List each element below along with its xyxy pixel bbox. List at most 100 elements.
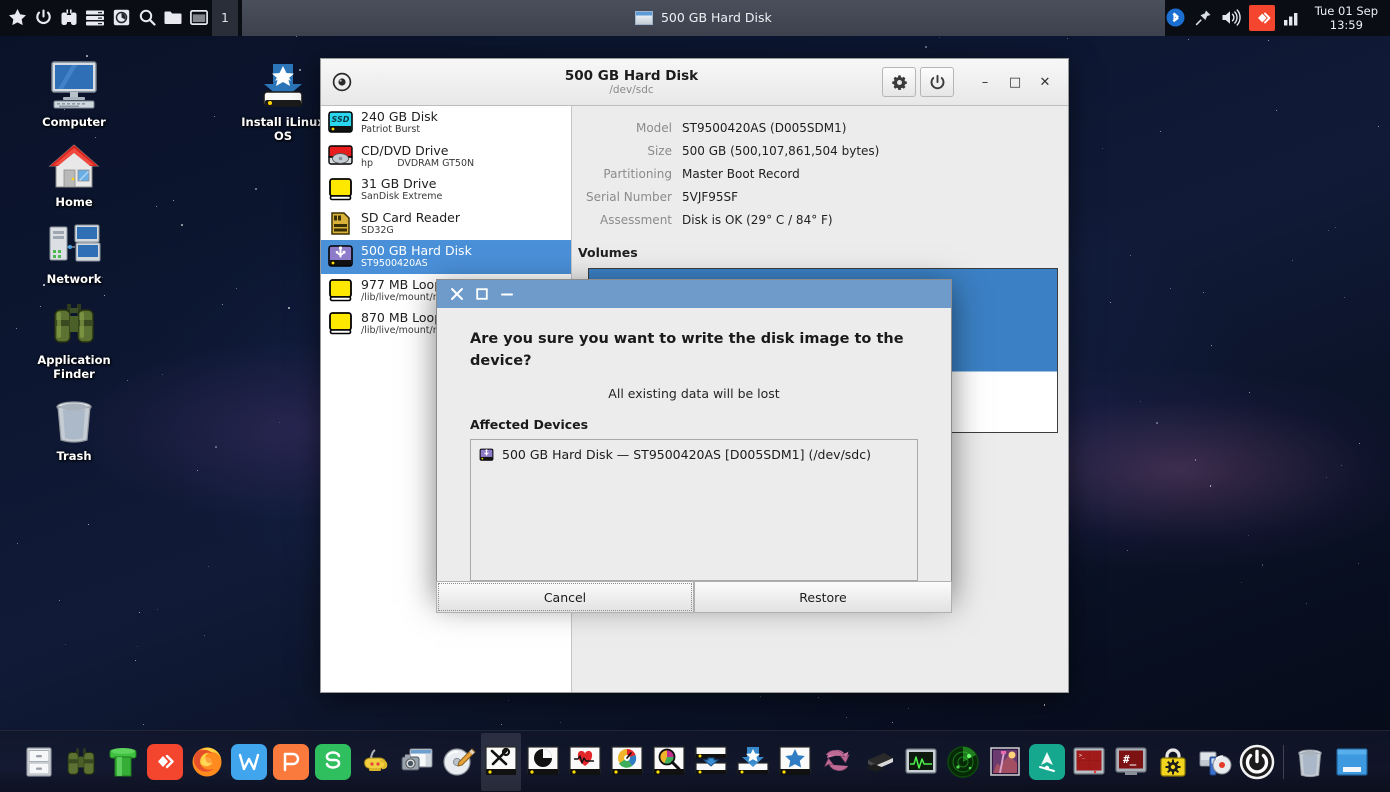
cancel-button[interactable]: Cancel [436, 581, 694, 613]
dock-item-terminal-root[interactable]: #_ [1111, 742, 1151, 782]
dock-item-gimp[interactable] [985, 742, 1025, 782]
device-subtitle: hp DVDRAM GT50N [361, 157, 475, 169]
titlebar-buttons: – □ ✕ [882, 67, 1058, 97]
device-list-item-31gb[interactable]: 31 GB Drive SanDisk Extreme [321, 173, 571, 207]
star-speck [236, 288, 238, 290]
dock-item-media-devices[interactable] [1195, 742, 1235, 782]
dock-item-system-monitor[interactable] [901, 742, 941, 782]
device-name: SD Card Reader [361, 209, 460, 225]
minimize-button[interactable]: – [972, 67, 998, 97]
dock-item-wps-spreadsheet[interactable] [313, 742, 353, 782]
disk-health-icon [568, 745, 601, 775]
dock-item-password-lock[interactable] [1153, 742, 1193, 782]
desktop-icon-computer[interactable]: Computer [24, 58, 124, 129]
binoculars-icon[interactable] [56, 3, 82, 33]
device-list-item-cddvd[interactable]: CD/DVD Drive hp DVDRAM GT50N [321, 140, 571, 174]
wps-writer-icon [230, 743, 267, 780]
dock-item-trash[interactable] [1290, 742, 1330, 782]
dock-item-terminal-red[interactable]: >_ [1069, 742, 1109, 782]
dock-item-file-manager[interactable] [19, 742, 59, 782]
device-list-item-sdcard[interactable]: SD Card Reader SD32G [321, 207, 571, 241]
dock-item-screenshot[interactable] [397, 742, 437, 782]
dock-item-genie-lamp[interactable] [355, 742, 395, 782]
dock-item-disk-clone[interactable] [733, 742, 773, 782]
dock-item-archive[interactable] [859, 742, 899, 782]
close-button[interactable] [449, 286, 465, 302]
settings-button[interactable] [882, 67, 916, 97]
device-list-item-240gb[interactable]: SSD 240 GB Disk Patriot Burst [321, 106, 571, 140]
star-speck [938, 36, 940, 38]
dock-item-disk-health[interactable] [565, 742, 605, 782]
dock-item-radar[interactable] [943, 742, 983, 782]
star-speck [1249, 391, 1251, 393]
restore-button[interactable]: Restore [694, 581, 952, 613]
bluetooth-icon[interactable] [1165, 7, 1187, 29]
maximize-button[interactable]: □ [1002, 67, 1028, 97]
desktop-icon-network[interactable]: Network [24, 215, 124, 286]
dock-item-disk-star[interactable] [775, 742, 815, 782]
desktop-icon-label-line2: Finder [53, 367, 95, 381]
star-speck [1261, 564, 1264, 566]
top-panel: 1 500 GB Hard Disk Tue 01 Sep 13:59 [0, 0, 1390, 36]
star-speck [818, 696, 820, 698]
anydesk-icon[interactable] [1248, 4, 1275, 31]
power-button[interactable] [920, 67, 954, 97]
dock-item-shutdown[interactable] [1237, 742, 1277, 782]
loop-icon [327, 278, 354, 303]
dock-item-disk-gauge[interactable] [607, 742, 647, 782]
dock-item-anydesk[interactable] [145, 742, 185, 782]
star-speck [1188, 38, 1189, 40]
dock-item-partition-chart[interactable] [523, 742, 563, 782]
dock-item-pipe[interactable] [103, 742, 143, 782]
workspace-indicator[interactable]: 1 [212, 0, 238, 36]
terminal-root-icon: #_ [1114, 746, 1147, 775]
device-list-item-500gb-hard-disk[interactable]: 500 GB Hard Disk ST9500420AS [321, 240, 571, 274]
info-label-size: Size [647, 144, 672, 158]
disc-burner-icon [442, 747, 476, 776]
desktop-icon-trash[interactable]: Trash [24, 392, 124, 463]
star-speck [156, 205, 158, 207]
search-icon[interactable] [134, 3, 160, 33]
maximize-button[interactable] [475, 287, 489, 301]
window-icon[interactable] [186, 3, 212, 33]
device-info-grid: Model ST9500420AS (D005SDM1) Size 500 GB… [572, 116, 1054, 230]
pin-icon[interactable] [1193, 7, 1215, 29]
taskbar-item-500gb-hard-disk[interactable]: 500 GB Hard Disk [623, 5, 784, 31]
dock-item-wps-presentation[interactable] [271, 742, 311, 782]
dock-item-tools[interactable] [480, 732, 521, 791]
dialog-subtext: All existing data will be lost [608, 386, 780, 401]
device-subtitle: ST9500420AS [361, 258, 428, 270]
dock-item-disk-analyzer[interactable] [649, 742, 689, 782]
dock-item-sync[interactable] [817, 742, 857, 782]
server-list-icon[interactable] [82, 3, 108, 33]
dock-item-app-finder[interactable] [61, 742, 101, 782]
star-speck [1129, 255, 1131, 257]
disk-usage-icon[interactable] [108, 3, 134, 33]
volume-icon[interactable] [1221, 7, 1243, 29]
genie-lamp-icon [363, 748, 387, 771]
network-icon [24, 215, 124, 267]
star-speck [1043, 704, 1046, 706]
dock-item-firefox[interactable] [187, 742, 227, 782]
desktop-icon-home[interactable]: Home [24, 138, 124, 209]
power-icon[interactable] [30, 3, 56, 33]
desktop-icon-application-finder[interactable]: Application Finder [24, 296, 124, 381]
minimize-button[interactable] [499, 287, 515, 301]
star-speck [559, 722, 561, 724]
info-value-serial-number: 5VJF95SF [682, 190, 739, 204]
dock-item-wps-writer[interactable] [229, 742, 269, 782]
dock-item-disk-write[interactable] [691, 742, 731, 782]
dialog-titlebar[interactable] [437, 280, 951, 308]
disks-window-titlebar[interactable]: 500 GB Hard Disk /dev/sdc – □ ✕ [321, 59, 1068, 106]
clock[interactable]: Tue 01 Sep 13:59 [1309, 4, 1382, 32]
dock-item-inkscape[interactable] [1027, 742, 1067, 782]
folder-icon[interactable] [160, 3, 186, 33]
close-button[interactable]: ✕ [1032, 67, 1058, 97]
dock-item-show-desktop[interactable] [1332, 742, 1372, 782]
dock-item-disc-burner[interactable] [439, 742, 479, 782]
star-icon[interactable] [4, 3, 30, 33]
taskbar-item-label: 500 GB Hard Disk [660, 10, 772, 25]
signal-bars-icon[interactable] [1281, 7, 1303, 29]
info-label-partitioning: Partitioning [603, 167, 672, 181]
star-speck [1325, 477, 1327, 479]
